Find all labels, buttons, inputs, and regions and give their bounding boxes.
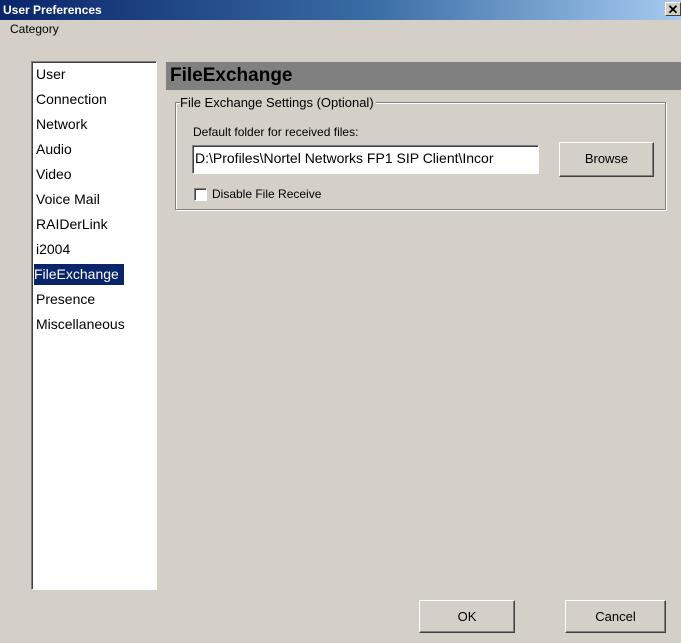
category-item-presence[interactable]: Presence	[34, 289, 154, 314]
category-list[interactable]: User Connection Network Audio Video Voic…	[31, 61, 157, 590]
close-icon: ✕	[667, 2, 679, 17]
window-title: User Preferences	[3, 3, 102, 17]
category-item-audio[interactable]: Audio	[34, 139, 154, 164]
category-item-connection[interactable]: Connection	[34, 89, 154, 114]
category-item-i2004[interactable]: i2004	[34, 239, 154, 264]
default-folder-input[interactable]: D:\Profiles\Nortel Networks FP1 SIP Clie…	[192, 145, 539, 174]
close-button[interactable]: ✕	[665, 2, 681, 16]
category-item-raiderlink[interactable]: RAIDerLink	[34, 214, 154, 239]
disable-file-receive-label[interactable]: Disable File Receive	[212, 187, 321, 201]
default-folder-label: Default folder for received files:	[193, 125, 359, 139]
category-item-voice-mail[interactable]: Voice Mail	[34, 189, 154, 214]
group-title: File Exchange Settings (Optional)	[180, 95, 376, 110]
category-item-fileexchange[interactable]: FileExchange	[34, 264, 154, 289]
disable-file-receive-checkbox[interactable]	[194, 188, 207, 201]
cancel-button[interactable]: Cancel	[565, 600, 666, 633]
category-item-network[interactable]: Network	[34, 114, 154, 139]
browse-button[interactable]: Browse	[559, 142, 654, 177]
category-item-miscellaneous[interactable]: Miscellaneous	[34, 314, 154, 339]
ok-button[interactable]: OK	[419, 600, 515, 633]
category-label: Category	[10, 22, 59, 36]
panel-title: FileExchange	[166, 62, 681, 90]
category-item-user[interactable]: User	[34, 64, 154, 89]
category-item-video[interactable]: Video	[34, 164, 154, 189]
title-bar: User Preferences ✕	[0, 0, 681, 20]
